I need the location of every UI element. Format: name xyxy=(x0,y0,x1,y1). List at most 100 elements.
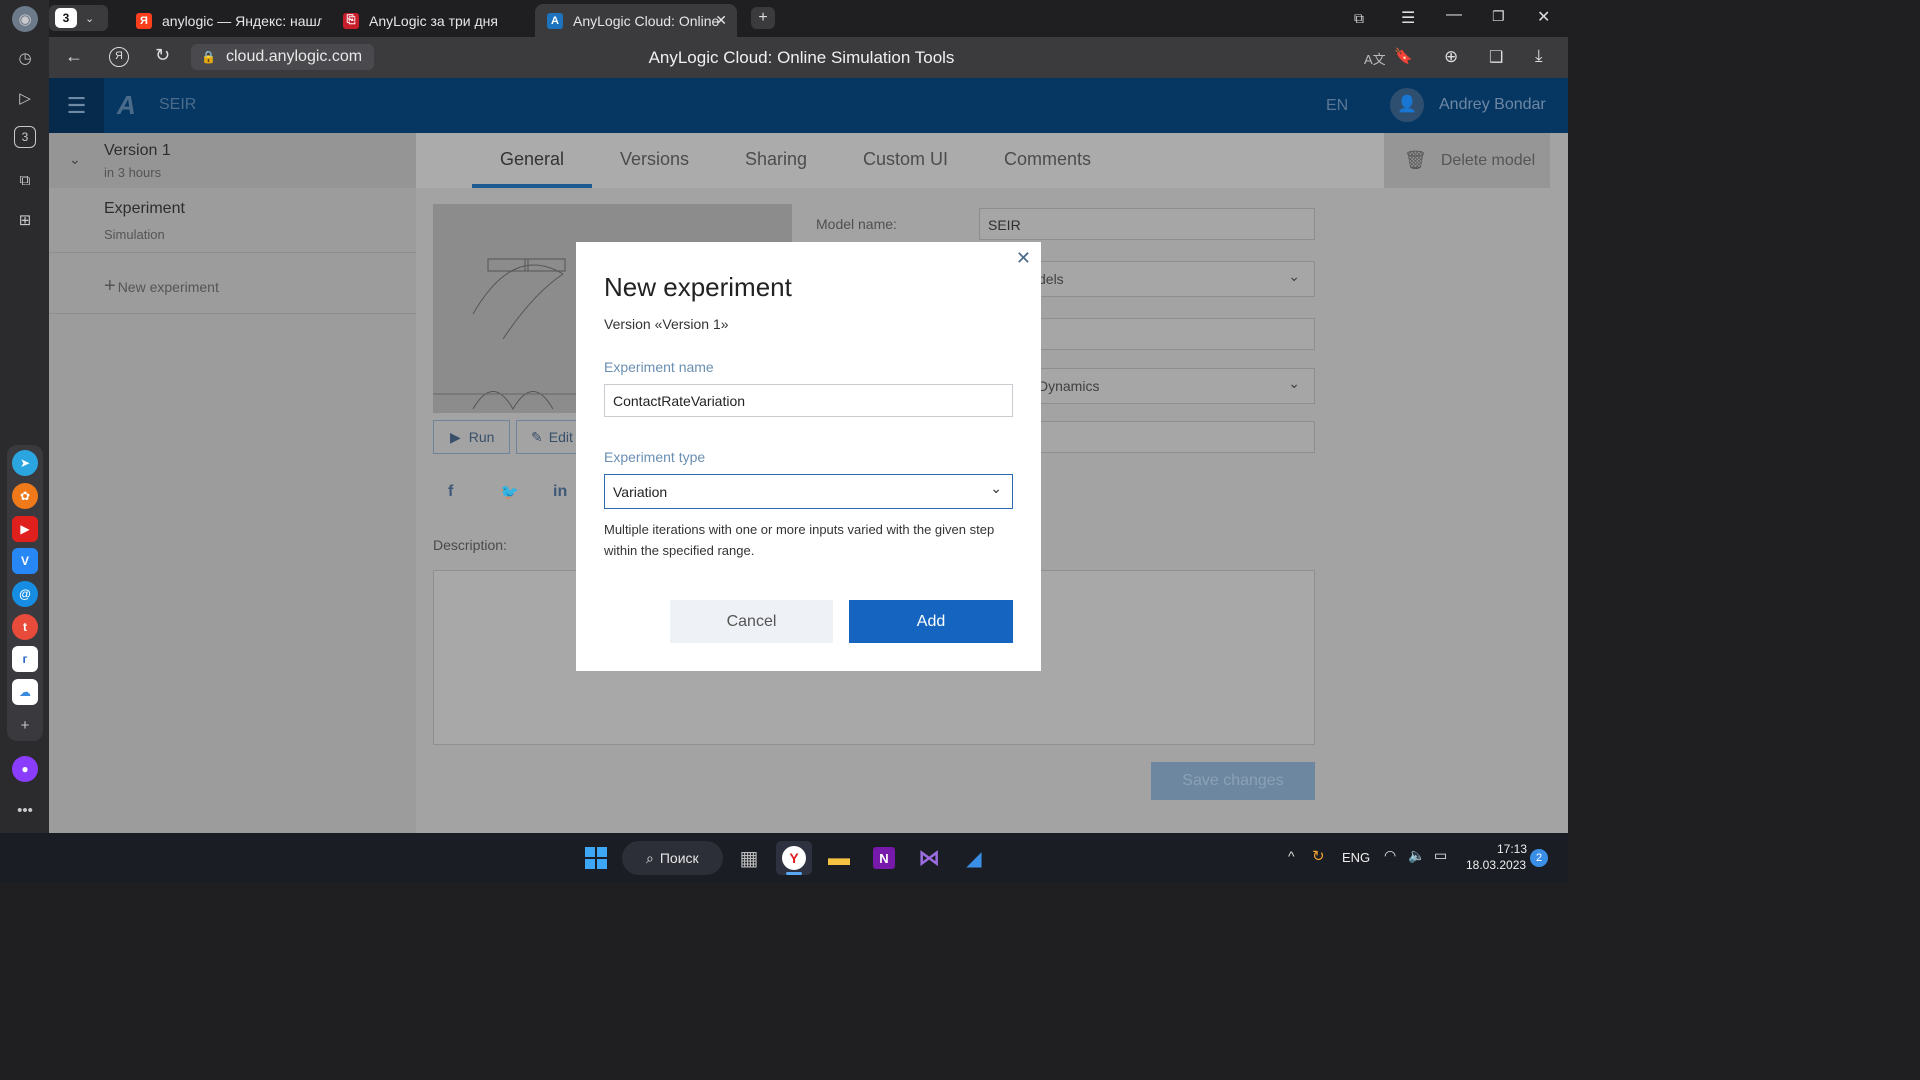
clock-time[interactable]: 17:13 xyxy=(1497,842,1527,856)
cancel-button[interactable]: Cancel xyxy=(670,600,833,643)
apps-grid-icon[interactable]: ⊞ xyxy=(12,207,38,233)
tab-pdf[interactable]: ⎘ AnyLogic за три дня xyxy=(331,4,531,37)
tab-comments[interactable]: Comments xyxy=(1004,149,1091,170)
wifi-icon[interactable]: ◠ xyxy=(1384,847,1396,864)
cloud-icon[interactable]: ☁ xyxy=(12,679,38,705)
onenote-icon[interactable]: N xyxy=(866,841,902,875)
facebook-icon[interactable]: f xyxy=(448,483,453,501)
chevron-up-icon[interactable]: ^ xyxy=(1288,848,1295,864)
battery-icon[interactable]: ▭ xyxy=(1434,847,1447,864)
new-tab-button[interactable]: + xyxy=(751,7,775,29)
model-tabs: General Versions Sharing Custom UI Comme… xyxy=(416,133,1384,188)
back-icon[interactable]: ← xyxy=(65,46,83,67)
plus-icon: + xyxy=(104,275,116,297)
telegram-icon[interactable]: ➤ xyxy=(12,450,38,476)
linkedin-icon[interactable]: in xyxy=(553,483,567,501)
translate-icon[interactable]: A文 xyxy=(1364,49,1386,68)
twitter-icon[interactable]: 🐦 xyxy=(500,483,519,501)
profile-icon[interactable]: ◉ xyxy=(12,6,38,32)
tab-anylogic-active[interactable]: A AnyLogic Cloud: Online ✕ xyxy=(535,4,737,37)
tabs-icon[interactable]: ⧉ xyxy=(1354,10,1364,27)
delete-model-button[interactable]: 🗑 Delete model xyxy=(1384,133,1550,188)
search-icon: ⌕ xyxy=(646,849,654,866)
app-header: ☰ A SEIR EN 👤 Andrey Bondar xyxy=(49,78,1568,133)
tab-group-button[interactable]: 3 ⌄ xyxy=(49,5,108,31)
reload-icon[interactable]: ↻ xyxy=(155,45,170,66)
new-experiment-link[interactable]: + New experiment xyxy=(104,275,219,298)
yandex-button-icon[interactable]: Я xyxy=(109,47,129,67)
experiment-item[interactable]: Experiment Simulation xyxy=(49,188,416,253)
tab-label: AnyLogic за три дня xyxy=(369,12,498,29)
download-icon[interactable]: ⤓ xyxy=(1535,46,1543,66)
left-panel: ⌄ Version 1 in 3 hours Experiment Simula… xyxy=(49,133,416,833)
tab-label: anylogic — Яндекс: нашлось xyxy=(162,12,322,29)
chevron-down-icon[interactable]: ⌄ xyxy=(69,151,81,168)
start-icon[interactable] xyxy=(578,841,614,875)
collections-icon[interactable]: ❑ xyxy=(1489,47,1503,67)
search-button[interactable]: ⌕ Поиск xyxy=(622,841,723,875)
close-window-icon[interactable]: ✕ xyxy=(1537,7,1550,27)
tabs-count-icon[interactable]: 3 xyxy=(14,126,36,148)
user-name[interactable]: Andrey Bondar xyxy=(1439,96,1546,114)
globe-icon[interactable]: ⊕ xyxy=(1444,47,1458,67)
dialog-title: New experiment xyxy=(604,272,792,302)
hamburger-icon[interactable]: ☰ xyxy=(49,78,104,133)
new-experiment-label: New experiment xyxy=(117,278,219,295)
version-item[interactable]: ⌄ Version 1 in 3 hours xyxy=(49,133,416,188)
experiment-type-value: Variation xyxy=(613,483,668,500)
more-icon[interactable]: ••• xyxy=(12,797,38,823)
tab-count-badge: 3 xyxy=(55,8,77,28)
anylogic-logo: A xyxy=(117,90,136,120)
notification-badge[interactable]: 2 xyxy=(1530,849,1548,867)
clock-date[interactable]: 18.03.2023 xyxy=(1466,858,1526,872)
active-app-indicator xyxy=(786,872,802,875)
okru-icon[interactable]: ✿ xyxy=(12,483,38,509)
sync-icon[interactable]: ↻ xyxy=(1312,847,1325,865)
save-changes-button[interactable]: Save changes xyxy=(1151,762,1315,800)
volume-icon[interactable]: 🔈 xyxy=(1408,847,1425,864)
tab-custom-ui[interactable]: Custom UI xyxy=(863,149,948,170)
add-app-icon[interactable]: + xyxy=(12,712,38,738)
close-tab-icon[interactable]: ✕ xyxy=(715,12,727,29)
experiment-type-label: Experiment type xyxy=(604,449,706,465)
youtube-icon[interactable]: ▶ xyxy=(12,516,38,542)
add-button[interactable]: Add xyxy=(849,600,1013,643)
vk-icon[interactable]: V xyxy=(12,548,38,574)
restore-icon[interactable]: ❐ xyxy=(1492,8,1505,25)
visual-studio-icon[interactable]: ⋈ xyxy=(911,841,947,875)
alice-icon[interactable]: ● xyxy=(12,756,38,782)
minimize-icon[interactable]: — xyxy=(1446,6,1462,24)
language-indicator[interactable]: ENG xyxy=(1342,850,1370,865)
anylogic-app-icon[interactable]: ◢ xyxy=(956,841,992,875)
address-bar: ← Я ↻ 🔒 cloud.anylogic.com AnyLogic Clou… xyxy=(49,37,1568,78)
experiment-type-description: Multiple iterations with one or more inp… xyxy=(604,522,995,558)
yandex-browser-icon[interactable]: Y xyxy=(776,841,812,875)
tab-yandex[interactable]: Я anylogic — Яндекс: нашлось xyxy=(124,4,324,37)
experiment-name-input[interactable]: ContactRateVariation xyxy=(604,384,1013,417)
explorer-icon[interactable]: ▬ xyxy=(821,841,857,875)
experiment-type-select[interactable]: Variation ⌄ xyxy=(604,474,1013,509)
avatar[interactable]: 👤 xyxy=(1390,88,1424,122)
tab-sharing[interactable]: Sharing xyxy=(745,149,807,170)
play-icon[interactable]: ▷ xyxy=(12,85,38,111)
gosuslugi-icon[interactable]: г xyxy=(12,646,38,672)
lock-icon: 🔒 xyxy=(201,50,216,64)
language-selector[interactable]: EN xyxy=(1326,97,1348,115)
experiment-title: Experiment xyxy=(104,200,185,217)
mail-icon[interactable]: @ xyxy=(12,581,38,607)
tab-general[interactable]: General xyxy=(500,149,564,170)
browser-side-rail: ◉ ◷ ▷ 3 ⧉ ⊞ ➤ ✿ ▶ V @ t г ☁ + ● ••• xyxy=(0,0,49,833)
tab-versions[interactable]: Versions xyxy=(620,149,689,170)
zen-icon[interactable]: t xyxy=(12,614,38,640)
bookmark-icon[interactable]: 🔖 xyxy=(1394,47,1413,65)
close-icon[interactable]: ✕ xyxy=(1016,248,1031,269)
calculator-icon[interactable]: ▦ xyxy=(731,841,767,875)
edit-label: Edit xyxy=(548,429,573,445)
screenshot-icon[interactable]: ⧉ xyxy=(12,167,38,193)
run-button[interactable]: ▶ Run xyxy=(433,420,510,454)
menu-icon[interactable]: ☰ xyxy=(1401,8,1415,28)
url-field[interactable]: 🔒 cloud.anylogic.com xyxy=(191,44,374,70)
yandex-icon: Я xyxy=(136,12,152,29)
history-icon[interactable]: ◷ xyxy=(12,45,38,71)
model-name-input[interactable]: SEIR xyxy=(979,208,1315,240)
